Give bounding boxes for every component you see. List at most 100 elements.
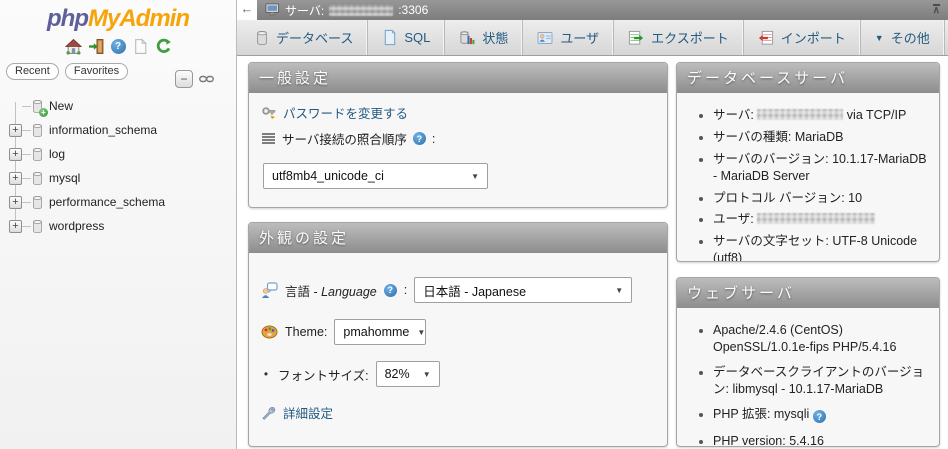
favorites-dropdown[interactable]: Favorites — [65, 63, 128, 80]
database-server-list: サーバ: via TCP/IP サーバの種類: MariaDB サーバのバージョ… — [713, 107, 927, 262]
appearance-settings-panel: 外観の設定 言語 - Language ? : 日本語 - Japanese ▼ — [248, 222, 668, 447]
select-arrow-icon: ▼ — [417, 328, 425, 337]
database-icon — [31, 171, 44, 186]
users-icon — [537, 31, 553, 45]
new-database-icon: + — [31, 99, 44, 114]
select-arrow-icon: ▼ — [615, 286, 623, 295]
select-arrow-icon: ▼ — [471, 172, 479, 181]
expand-icon[interactable]: + — [9, 148, 22, 161]
theme-value: pmahomme — [343, 325, 409, 339]
tab-status[interactable]: 状態 — [445, 20, 523, 55]
tree-item-label: New — [49, 99, 73, 113]
status-chart-icon — [459, 30, 475, 46]
caret-down-icon: ▼ — [875, 33, 884, 43]
bullet-icon: • — [261, 367, 271, 381]
database-server-panel: データベースサーバ サーバ: via TCP/IP サーバの種類: MariaD… — [676, 62, 940, 262]
collation-colon: : — [432, 132, 435, 146]
tree-item-log[interactable]: + log — [9, 142, 236, 166]
import-icon — [758, 30, 774, 46]
tree-controls: − — [175, 70, 214, 88]
refresh-icon[interactable] — [155, 38, 172, 55]
tree-item-label: performance_schema — [49, 195, 165, 209]
collation-select[interactable]: utf8mb4_unicode_ci ▼ — [263, 163, 488, 189]
tree-item-label: log — [49, 147, 65, 161]
list-item: サーバのバージョン: 10.1.17-MariaDB - MariaDB Ser… — [713, 151, 927, 185]
panel-title: 一般設定 — [249, 63, 667, 93]
tree-item-label: mysql — [49, 171, 80, 185]
panel-title: 外観の設定 — [249, 223, 667, 253]
navigation-sidebar: phpMyAdmin ? Recent Favorites − — [0, 0, 237, 449]
tree-item-new-database[interactable]: + New — [9, 94, 236, 118]
wrench-icon — [261, 405, 277, 421]
tab-export[interactable]: エクスポート — [614, 20, 744, 55]
scroll-top-icon[interactable]: ∧ — [933, 4, 940, 16]
collapse-all-icon[interactable]: − — [175, 70, 193, 88]
list-item: ユーザ: — [713, 211, 927, 228]
more-settings-link[interactable]: 詳細設定 — [283, 403, 333, 422]
language-icon — [261, 282, 278, 299]
database-icon — [31, 123, 44, 138]
sql-file-icon — [382, 29, 397, 46]
expand-icon[interactable]: + — [9, 220, 22, 233]
server-breadcrumb-bar: ← サーバ: :3306 ∧ — [237, 0, 948, 20]
server-label: サーバ: — [285, 2, 324, 19]
tab-sql[interactable]: SQL — [368, 20, 445, 55]
tree-item-label: information_schema — [49, 123, 157, 137]
server-host-redacted — [757, 109, 843, 120]
server-info-strip: サーバ: :3306 ∧ — [257, 0, 948, 20]
settings-column: 一般設定 パスワードを変更する サーバ接続の照合順序 — [248, 62, 668, 447]
home-icon[interactable] — [65, 38, 82, 55]
theme-palette-icon — [261, 325, 278, 339]
server-info-column: データベースサーバ サーバ: via TCP/IP サーバの種類: MariaD… — [676, 62, 940, 447]
tree-item-wordpress[interactable]: + wordpress — [9, 214, 236, 238]
tree-item-label: wordpress — [49, 219, 104, 233]
main-panel: ← サーバ: :3306 ∧ データベース SQL — [237, 0, 948, 449]
expand-icon[interactable]: + — [9, 172, 22, 185]
font-size-label: フォントサイズ: — [278, 365, 369, 384]
tab-databases[interactable]: データベース — [241, 20, 368, 55]
theme-select[interactable]: pmahomme ▼ — [334, 319, 426, 345]
help-icon[interactable]: ? — [813, 410, 826, 423]
database-icon — [255, 30, 269, 46]
logout-icon[interactable] — [88, 38, 105, 55]
panel-title: データベースサーバ — [677, 63, 939, 93]
list-item: PHP 拡張: mysqli ? — [713, 406, 927, 424]
tree-item-information-schema[interactable]: + information_schema — [9, 118, 236, 142]
theme-label: Theme: — [285, 325, 327, 339]
tab-import[interactable]: インポート — [744, 20, 861, 55]
expand-icon[interactable]: + — [9, 124, 22, 137]
collapse-nav-arrow-icon[interactable]: ← — [237, 0, 257, 20]
help-icon[interactable]: ? — [384, 284, 397, 297]
language-select[interactable]: 日本語 - Japanese ▼ — [414, 277, 632, 303]
change-password-icon — [261, 105, 277, 121]
export-icon — [628, 30, 644, 46]
logo-php: php — [47, 5, 88, 32]
language-colon: : — [404, 283, 407, 297]
docs-icon[interactable] — [132, 38, 149, 55]
help-icon[interactable]: ? — [413, 132, 426, 145]
phpmyadmin-logo[interactable]: phpMyAdmin — [0, 0, 236, 33]
sidebar-toolbar: ? — [0, 37, 236, 55]
font-size-select[interactable]: 82% ▼ — [376, 361, 440, 387]
expand-icon[interactable]: + — [9, 196, 22, 209]
database-tree: + New + information_schema + log + mysql… — [0, 94, 236, 238]
recent-dropdown[interactable]: Recent — [6, 63, 59, 80]
list-item: サーバの文字セット: UTF-8 Unicode (utf8) — [713, 233, 927, 262]
list-item: プロトコル バージョン: 10 — [713, 190, 927, 207]
list-item: サーバの種類: MariaDB — [713, 129, 927, 146]
language-value: 日本語 - Japanese — [423, 281, 526, 300]
tab-more[interactable]: ▼ その他 — [861, 20, 945, 55]
tree-item-mysql[interactable]: + mysql — [9, 166, 236, 190]
phpmyadmin-app: phpMyAdmin ? Recent Favorites − — [0, 0, 948, 449]
tree-item-performance-schema[interactable]: + performance_schema — [9, 190, 236, 214]
change-password-link[interactable]: パスワードを変更する — [283, 103, 408, 122]
select-arrow-icon: ▼ — [423, 370, 431, 379]
content-area: 一般設定 パスワードを変更する サーバ接続の照合順序 — [237, 56, 948, 449]
unlink-icon[interactable] — [199, 74, 214, 84]
tab-users[interactable]: ユーザ — [523, 20, 614, 55]
help-icon[interactable]: ? — [111, 39, 126, 54]
list-item: Apache/2.4.6 (CentOS) OpenSSL/1.0.1e-fip… — [713, 322, 927, 356]
web-server-panel: ウェブサーバ Apache/2.4.6 (CentOS) OpenSSL/1.0… — [676, 277, 940, 447]
database-icon — [31, 195, 44, 210]
server-port: :3306 — [398, 3, 428, 17]
